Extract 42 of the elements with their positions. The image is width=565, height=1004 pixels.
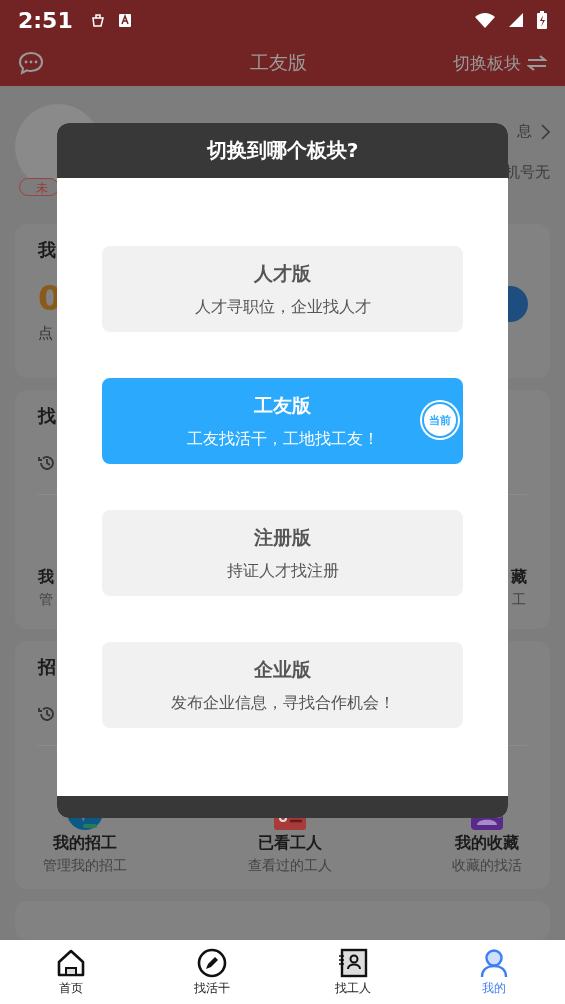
signal-icon: [509, 13, 523, 27]
pen-icon: [196, 947, 227, 978]
menu-subtitle: 工: [512, 591, 526, 610]
menu-subtitle: 收藏的找活: [452, 856, 522, 875]
menu-subtitle: 管: [39, 591, 53, 610]
contact-card-icon: [338, 947, 369, 978]
user-icon: [479, 947, 510, 978]
section-option[interactable]: 工友版 工友找活干，工地找工友！ 当前: [102, 378, 463, 464]
chevron-icon[interactable]: [540, 123, 550, 140]
hint-text: 点: [38, 324, 53, 344]
status-time: 2:51: [18, 7, 73, 33]
swap-icon: [527, 55, 547, 71]
text-icon: [118, 13, 131, 27]
card-title: 找: [38, 404, 56, 429]
nav-tab[interactable]: 首页: [30, 947, 111, 997]
switch-section-button[interactable]: 切换板块: [453, 51, 547, 75]
profile-link[interactable]: 息: [517, 122, 532, 141]
section-option[interactable]: 人才版 人才寻职位，企业找人才: [102, 246, 463, 332]
dialog-title: 切换到哪个板块?: [57, 123, 508, 178]
history-icon: [38, 704, 56, 723]
home-icon: [55, 947, 86, 978]
wifi-icon: [475, 12, 495, 28]
card-title: 招: [38, 654, 56, 679]
menu-title[interactable]: 我的招工: [53, 832, 117, 854]
bag-icon: [90, 13, 105, 27]
nav-tab[interactable]: 找工人: [313, 947, 394, 997]
menu-title[interactable]: 我: [38, 567, 54, 589]
current-badge: 当前: [418, 400, 463, 440]
battery-icon: [537, 11, 547, 29]
nav-tab[interactable]: 我的: [454, 947, 535, 997]
status-badge: 未: [19, 178, 59, 196]
menu-title[interactable]: 藏: [511, 567, 527, 589]
menu-title[interactable]: 我的收藏: [455, 832, 519, 854]
app-title: 工友版: [249, 50, 308, 75]
chat-icon[interactable]: [18, 51, 44, 75]
nav-tab[interactable]: 找活干: [171, 947, 252, 997]
menu-subtitle: 查看过的工人: [247, 856, 332, 875]
section-option[interactable]: 注册版 持证人才找注册: [102, 510, 463, 596]
menu-title[interactable]: 已看工人: [257, 832, 322, 854]
history-icon: [38, 454, 56, 473]
section-option[interactable]: 企业版 发布企业信息，寻找合作机会！: [102, 642, 463, 728]
card-title: 我: [38, 238, 56, 263]
